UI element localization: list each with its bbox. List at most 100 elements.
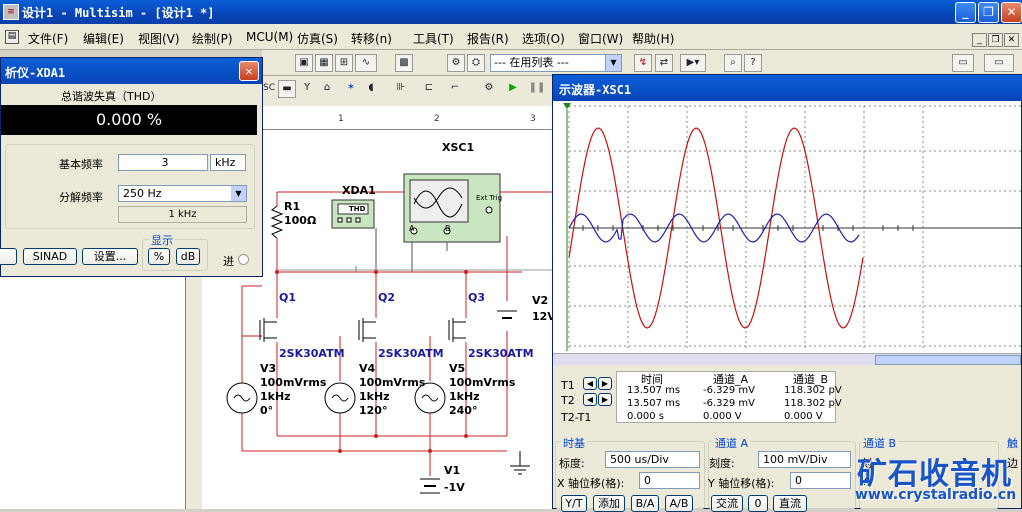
menu-view[interactable]: 视图(V)	[138, 30, 180, 47]
resolution-freq-select[interactable]: 250 Hz ▼	[118, 185, 247, 202]
ruler-mark-3: 3	[530, 114, 536, 124]
oscilloscope-window[interactable]: 示波器-XSC1 T1 T2 T2-T1 ◀ ▶ ◀ ▶ 时间 通道_A 通道_…	[552, 74, 1022, 512]
doc-minimize-button[interactable]: _	[972, 33, 987, 47]
menu-reports[interactable]: 报告(R)	[467, 30, 509, 47]
v4-source-label: V4 100mVrms 1kHz 120°	[359, 362, 425, 418]
doc-close-button[interactable]: ✕	[1004, 33, 1019, 47]
doc-icon[interactable]: ▤	[5, 30, 19, 44]
sinad-button[interactable]: SINAD	[23, 248, 77, 265]
doc-restore-button[interactable]: ❐	[988, 33, 1003, 47]
ac-button[interactable]: 交流	[711, 495, 743, 512]
x-position-input[interactable]: 0	[639, 472, 700, 489]
t2-right-button[interactable]: ▶	[598, 393, 612, 406]
q1-label: Q1	[279, 291, 297, 304]
in-use-list-select[interactable]: --- 在用列表 --- ▼	[490, 54, 622, 72]
component-wizard-icon[interactable]: ⚙	[447, 54, 465, 72]
t1-right-button[interactable]: ▶	[598, 377, 612, 390]
y-position-label: Y 轴位移(格):	[708, 477, 775, 490]
close-button[interactable]: ✕	[1001, 2, 1022, 23]
electrical-rules-icon[interactable]: ⛭	[467, 54, 485, 72]
distortion-close-button[interactable]: ✕	[239, 61, 259, 81]
menu-help[interactable]: 帮助(H)	[632, 30, 674, 47]
watermark-url: www.crystalradio.cn	[855, 487, 1017, 503]
menu-tools[interactable]: 工具(T)	[413, 30, 454, 47]
menu-transfer[interactable]: 转移(n)	[351, 30, 392, 47]
v4-frequency: 1kHz	[359, 390, 390, 403]
wattmeter-icon[interactable]: Y	[298, 80, 316, 98]
window-title: 设计1 - Multisim - [设计1 *]	[22, 6, 215, 20]
t2-left-button[interactable]: ◀	[583, 393, 597, 406]
oscilloscope-screen[interactable]	[553, 101, 1021, 353]
zoom-search-icon[interactable]: ⌕	[724, 54, 742, 72]
q3-model: 2SK30ATM	[468, 347, 534, 360]
forward-annotate-icon[interactable]: ⇄	[655, 54, 673, 72]
distortion-analyzer-titlebar[interactable]: 析仪-XDA1 ✕	[1, 58, 262, 84]
t1-label: T1	[561, 379, 575, 392]
counter-icon[interactable]: ⌂	[318, 80, 336, 98]
v3-name: V3	[260, 362, 277, 375]
spreadsheet-icon[interactable]: ⊞	[335, 54, 353, 72]
ba-button[interactable]: B/A	[631, 495, 659, 512]
current-probe-icon[interactable]: ⌐	[446, 80, 464, 98]
probe-icon[interactable]: ◖	[362, 80, 380, 98]
dc-button[interactable]: 直流	[773, 495, 807, 512]
ab-button[interactable]: A/B	[665, 495, 693, 512]
percent-button[interactable]: %	[148, 248, 170, 265]
postprocessor-icon[interactable]: ∿	[355, 54, 377, 72]
v4-phase: 120°	[359, 404, 388, 417]
menu-window[interactable]: 窗口(W)	[578, 30, 623, 47]
toolbar-right-icon-2[interactable]: ▭	[984, 54, 1014, 72]
menu-edit[interactable]: 编辑(E)	[83, 30, 124, 47]
jin-indicator[interactable]	[238, 254, 249, 265]
zero-button[interactable]: 0	[748, 495, 768, 512]
y-position-input[interactable]: 0	[790, 472, 851, 489]
design-toolbox-panel[interactable]	[0, 277, 200, 509]
back-annotate-icon[interactable]: ▶▾	[680, 54, 706, 72]
iv-analyzer-icon[interactable]: ⊏	[420, 80, 438, 98]
menu-options[interactable]: 选项(O)	[522, 30, 565, 47]
yt-button[interactable]: Y/T	[561, 495, 587, 512]
t1-left-button[interactable]: ◀	[583, 377, 597, 390]
thd-mode-button[interactable]	[0, 248, 17, 265]
help-icon[interactable]: ?	[744, 54, 762, 72]
add-button[interactable]: 添加	[593, 495, 625, 512]
scrollbar-thumb[interactable]	[875, 355, 1021, 365]
word-generator-icon[interactable]: ✶	[342, 80, 360, 98]
export-icon[interactable]: ↯	[634, 54, 652, 72]
cha-scale-input[interactable]: 100 mV/Div	[758, 451, 851, 468]
fullscreen-icon[interactable]: ▣	[295, 54, 313, 72]
thd-readout: 0.000 %	[1, 105, 257, 135]
q1-model: 2SK30ATM	[279, 347, 345, 360]
menu-simulate[interactable]: 仿真(S)	[297, 30, 338, 47]
bode-plotter-icon[interactable]: ▬	[278, 80, 296, 98]
menu-place[interactable]: 绘制(P)	[192, 30, 233, 47]
channel-a-title: 通道 A	[713, 435, 751, 451]
distortion-analyzer-window[interactable]: 析仪-XDA1 ✕ 总谐波失真（THD） 0.000 % 基本频率 3 kHz …	[0, 57, 263, 277]
v4-amplitude: 100mVrms	[359, 376, 426, 389]
run-simulation-icon[interactable]: ▶	[504, 80, 522, 98]
oscilloscope-title: 示波器-XSC1	[559, 83, 632, 97]
menu-file[interactable]: 文件(F)	[28, 30, 68, 47]
minimize-button[interactable]: _	[955, 2, 976, 23]
timebase-scale-input[interactable]: 500 us/Div	[605, 451, 700, 468]
t2-label: T2	[561, 394, 575, 407]
settings-button[interactable]: 设置...	[82, 248, 138, 265]
ext-trig-label: Ext Trig	[476, 194, 503, 202]
t1-time: 13.507 ms	[627, 385, 681, 396]
simulate-settings-icon[interactable]: ⚙	[480, 80, 498, 98]
logic-analyzer-icon[interactable]: ⊪	[392, 80, 410, 98]
oscilloscope-titlebar[interactable]: 示波器-XSC1	[553, 75, 1022, 101]
toolbar-right-icon-1[interactable]: ▭	[952, 54, 974, 72]
db-button[interactable]: dB	[176, 248, 200, 265]
database-icon[interactable]: ▩	[395, 54, 413, 72]
grapher-icon[interactable]: ▦	[315, 54, 333, 72]
fundamental-freq-input[interactable]: 3	[118, 154, 208, 171]
oscilloscope-scrollbar[interactable]	[553, 353, 1021, 365]
menu-mcu[interactable]: MCU(M)	[246, 30, 293, 44]
restore-button[interactable]: ❐	[978, 2, 999, 23]
fundamental-freq-unit[interactable]: kHz	[210, 154, 246, 171]
main-title-bar: ≡ 设计1 - Multisim - [设计1 *] _ ❐ ✕	[0, 0, 1022, 24]
pause-simulation-icon[interactable]: ❚❚	[528, 80, 546, 98]
thd-section-label: 总谐波失真（THD）	[61, 90, 162, 103]
design-toolbox-scrollbar[interactable]	[185, 277, 202, 509]
